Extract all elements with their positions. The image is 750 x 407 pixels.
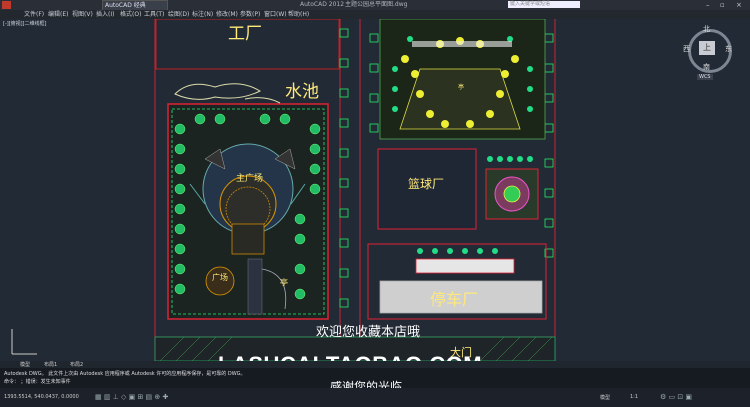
site-plan-drawing xyxy=(11,19,556,361)
menu-item[interactable]: 帮助(H) xyxy=(288,10,309,19)
menu-item[interactable]: 窗口(W) xyxy=(264,10,287,19)
viewcube-top-face[interactable]: 上 xyxy=(699,41,715,55)
coordinates-readout: 1393.5514, 540.0437, 0.0000 xyxy=(4,394,79,400)
viewcube-north[interactable]: 北 xyxy=(703,24,710,34)
menu-item[interactable]: 插入(I) xyxy=(96,10,114,19)
command-history-line-1: Autodesk DWG。 此文件上次由 Autodesk 应用程序或 Auto… xyxy=(4,371,246,377)
search-input[interactable]: 键入关键字或短语 xyxy=(508,1,580,8)
label-parking: 停车厂 xyxy=(430,290,479,309)
menu-item[interactable]: 编辑(E) xyxy=(48,10,68,19)
menu-bar: 文件(F) 编辑(E) 视图(V) 插入(I) 格式(O) 工具(T) 绘图(D) 标注(N)… xyxy=(0,10,750,19)
file-name: 主题公园总平面图.dwg xyxy=(345,1,408,8)
viewcube-west[interactable]: 西 xyxy=(683,44,690,54)
overlay-line-1: 欢迎您收藏本店哦 xyxy=(316,325,421,340)
snap-toggles[interactable]: ▦ ▥ ⊥ ◇ ▣ ⊞ ▤ ⊕ ✚ xyxy=(95,393,168,401)
status-bar: 1393.5514, 540.0437, 0.0000 ▦ ▥ ⊥ ◇ ▣ ⊞ … xyxy=(0,388,750,407)
maximize-icon[interactable]: ▫ xyxy=(720,0,725,10)
menu-item[interactable]: 文件(F) xyxy=(24,10,44,19)
command-history-line-2: 命令： ；错误：发生未知事件 xyxy=(4,379,71,385)
menu-item[interactable]: 工具(T) xyxy=(144,10,164,19)
label-factory: 工厂 xyxy=(228,24,262,44)
minimize-icon[interactable]: – xyxy=(706,0,710,10)
model-space-toggle[interactable]: 模型 xyxy=(600,394,610,401)
layout-tabs: 模型 布局1 布局2 xyxy=(0,361,750,368)
menu-item[interactable]: 视图(V) xyxy=(72,10,93,19)
label-pond: 水池 xyxy=(285,82,319,102)
overlay-line-2: LASUCAI.TAOBAO.COM xyxy=(218,352,482,361)
viewcube-east[interactable]: 东 xyxy=(725,44,732,54)
label-pavilion-1: 亭 xyxy=(280,278,288,287)
label-basketball: 篮球厂 xyxy=(408,177,445,191)
app-title: AutoCAD 2012 xyxy=(300,1,345,8)
label-plaza: 广场 xyxy=(212,273,228,282)
close-icon[interactable]: × xyxy=(736,0,742,10)
tab-model[interactable]: 模型 xyxy=(20,361,30,368)
menu-item[interactable]: 标注(N) xyxy=(192,10,213,19)
viewcube-south[interactable]: 南 xyxy=(703,62,710,72)
menu-item[interactable]: 参数(P) xyxy=(240,10,260,19)
tab-layout2[interactable]: 布局2 xyxy=(70,361,83,368)
wcs-menu[interactable]: WCS xyxy=(697,74,713,80)
menu-item[interactable]: 修改(M) xyxy=(216,10,238,19)
status-tray-icons[interactable]: ⚙ ▭ ⊡ ▣ xyxy=(660,393,692,401)
annotation-scale[interactable]: 1:1 xyxy=(630,394,638,400)
label-pavilion-2: 亭 xyxy=(458,84,465,91)
drawing-viewport[interactable]: [-][俯视][二维线框] 工厂 水池 主广场 广场 亭 亭 篮球厂 停车厂 大… xyxy=(0,19,750,361)
app-logo-icon[interactable] xyxy=(2,1,11,9)
menu-item[interactable]: 绘图(D) xyxy=(168,10,189,19)
title-bar: AutoCAD 经典 AutoCAD 2012 主题公园总平面图.dwg 键入关… xyxy=(0,0,750,11)
viewcube[interactable]: 上 北 南 西 东 WCS xyxy=(683,24,733,84)
tab-layout1[interactable]: 布局1 xyxy=(44,361,57,368)
label-main-plaza: 主广场 xyxy=(236,174,264,184)
menu-item[interactable]: 格式(O) xyxy=(120,10,141,19)
